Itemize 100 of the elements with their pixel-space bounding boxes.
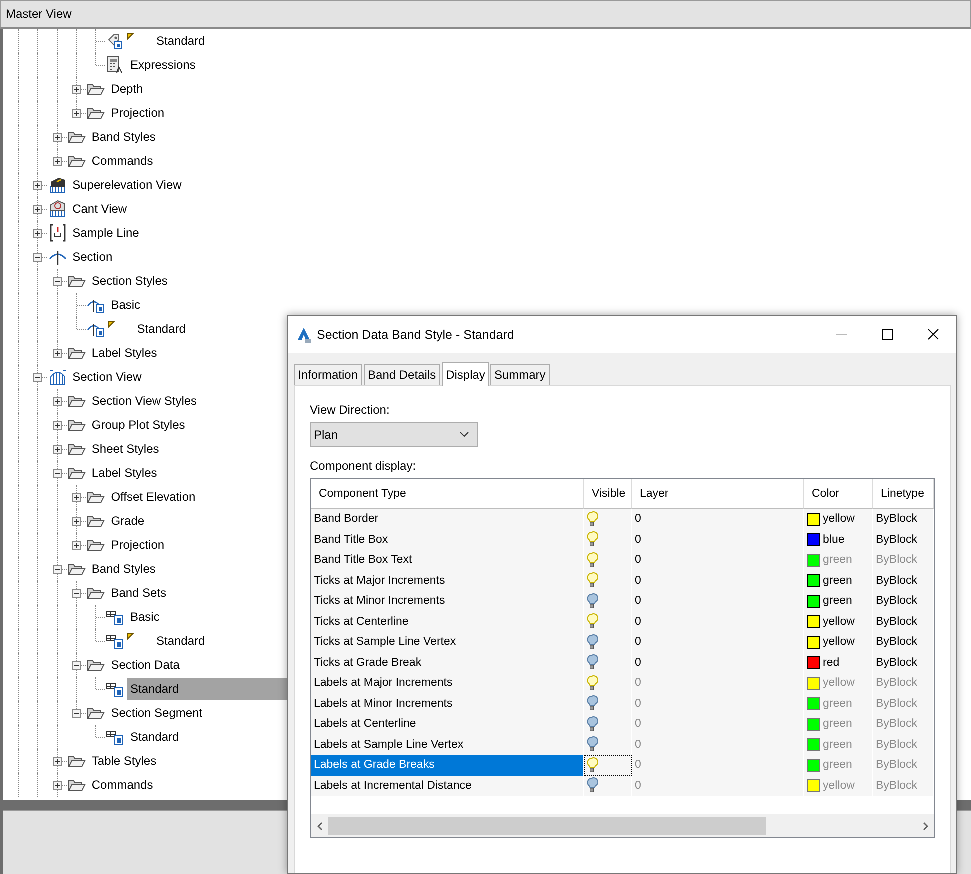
section-icon <box>48 248 67 266</box>
expand-icon[interactable] <box>72 84 82 94</box>
tree-item[interactable]: Standard <box>127 726 182 748</box>
tree-item[interactable]: Grade <box>108 510 148 532</box>
collapse-icon[interactable] <box>72 588 82 598</box>
tree-item[interactable]: Cant View <box>70 198 130 220</box>
tree-item[interactable]: Section <box>70 246 116 268</box>
tree-item[interactable]: Section View Styles <box>88 390 200 412</box>
tree-item[interactable]: Section Data <box>108 654 183 676</box>
expand-icon[interactable] <box>52 780 62 790</box>
tree-item[interactable]: Label Styles <box>88 462 160 484</box>
tree-item[interactable]: Standard <box>153 630 208 652</box>
tree-item[interactable]: Sheet Styles <box>88 438 162 460</box>
field-label: Component display: <box>310 459 418 473</box>
tree-item[interactable]: Standard <box>134 318 189 340</box>
color-name: green <box>823 698 852 710</box>
tree-item[interactable]: Commands <box>88 150 156 172</box>
table-cell[interactable]: Labels at Incremental Distance <box>311 776 584 796</box>
tree-item[interactable]: Label Styles <box>88 342 160 364</box>
expand-icon[interactable] <box>52 756 62 766</box>
color-name: blue <box>823 534 845 546</box>
tree-item[interactable]: Standard <box>153 30 208 52</box>
scrollbar-thumb[interactable] <box>328 817 766 835</box>
lightbulb-icon[interactable] <box>586 634 598 651</box>
color-name: green <box>823 574 852 587</box>
lightbulb-icon[interactable] <box>586 674 598 692</box>
lightbulb-icon[interactable] <box>586 613 598 630</box>
color-name: yellow <box>823 513 855 526</box>
expand-icon[interactable] <box>33 204 42 214</box>
tree-item[interactable]: Basic <box>108 294 144 316</box>
horizontal-scrollbar[interactable] <box>311 814 934 837</box>
lightbulb-icon[interactable] <box>586 736 598 754</box>
expand-icon[interactable] <box>72 492 82 502</box>
tree-item[interactable]: Projection <box>108 102 168 124</box>
tree-item[interactable]: Commands <box>88 774 156 796</box>
lightbulb-icon[interactable] <box>586 592 598 610</box>
app-logo-icon <box>297 326 311 342</box>
section-view-icon <box>48 368 67 386</box>
scroll-right-icon[interactable] <box>922 822 928 830</box>
expand-icon[interactable] <box>33 180 42 190</box>
expand-icon[interactable] <box>72 540 82 550</box>
lightbulb-icon[interactable] <box>586 756 598 774</box>
dialog-title: Section Data Band Style - Standard <box>317 328 516 342</box>
lightbulb-icon[interactable] <box>586 572 598 590</box>
scroll-left-icon[interactable] <box>316 822 322 830</box>
expand-icon[interactable] <box>52 348 62 358</box>
color-name: red <box>823 656 840 669</box>
tree-item[interactable]: Standard <box>127 678 287 700</box>
tree-item[interactable]: Depth <box>108 78 146 100</box>
tree-item[interactable]: Projection <box>108 534 168 556</box>
tree-item[interactable]: Section Styles <box>88 270 171 292</box>
expand-icon[interactable] <box>33 228 42 238</box>
tree-item[interactable]: Expressions <box>127 54 199 76</box>
lightbulb-icon[interactable] <box>586 777 598 794</box>
maximize-icon <box>882 329 892 340</box>
collapse-icon[interactable] <box>72 660 82 670</box>
expand-icon[interactable] <box>52 396 62 406</box>
collapse-icon[interactable] <box>52 564 62 574</box>
lightbulb-icon[interactable] <box>586 716 598 733</box>
color-name: yellow <box>823 636 855 648</box>
collapse-icon[interactable] <box>52 276 62 286</box>
expand-icon[interactable] <box>52 132 62 142</box>
tree-item[interactable]: Table Styles <box>88 750 160 772</box>
collapse-icon[interactable] <box>72 708 82 718</box>
tree-item[interactable]: Band Styles <box>88 126 159 148</box>
tree-item[interactable]: Section View <box>70 366 145 388</box>
lightbulb-icon[interactable] <box>586 510 598 528</box>
color-name: green <box>823 759 852 772</box>
expand-icon[interactable] <box>52 444 62 454</box>
sample-line-icon <box>48 224 67 242</box>
expand-icon[interactable] <box>52 420 62 430</box>
tree-item[interactable]: Band Sets <box>108 582 170 604</box>
lightbulb-icon[interactable] <box>586 531 598 548</box>
tree-item[interactable]: Section Segment <box>108 702 206 724</box>
expand-icon[interactable] <box>72 108 82 118</box>
collapse-icon[interactable] <box>33 372 42 382</box>
collapse-icon[interactable] <box>52 468 62 478</box>
panel-title: Master View <box>6 7 72 21</box>
collapse-icon[interactable] <box>33 252 42 262</box>
color-name: yellow <box>823 780 855 792</box>
lightbulb-icon[interactable] <box>586 695 598 712</box>
tab[interactable]: Summary <box>490 364 550 385</box>
tree-item[interactable]: Offset Elevation <box>108 486 199 508</box>
tree-item[interactable]: Band Styles <box>88 558 159 580</box>
color-name: yellow <box>823 616 855 628</box>
lightbulb-icon[interactable] <box>586 654 598 672</box>
tab[interactable]: Display <box>442 362 490 386</box>
table-cell[interactable]: Labels at Grade Breaks <box>311 755 584 776</box>
lightbulb-icon[interactable] <box>586 552 598 569</box>
tree-item[interactable]: Group Plot Styles <box>88 414 188 436</box>
chevron-down-icon <box>460 432 469 437</box>
view-direction-dropdown[interactable]: Plan <box>310 422 478 447</box>
expand-icon[interactable] <box>72 516 82 526</box>
tab[interactable]: Band Details <box>364 364 440 385</box>
tab[interactable]: Information <box>294 364 362 385</box>
tree-item[interactable]: Basic <box>127 606 163 628</box>
tree-item[interactable]: Sample Line <box>70 222 142 244</box>
table-cell: 0 <box>632 776 804 796</box>
expand-icon[interactable] <box>52 156 62 166</box>
tree-item[interactable]: Superelevation View <box>70 174 185 196</box>
